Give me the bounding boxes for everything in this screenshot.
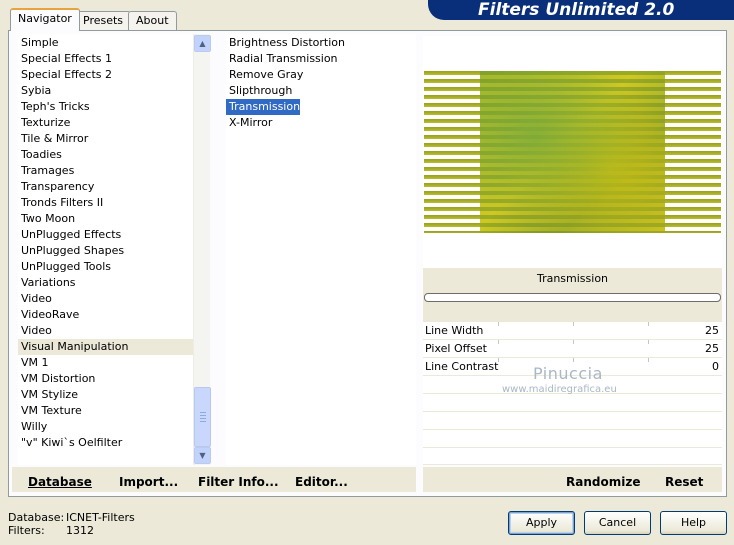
param-value: 25 [705, 324, 719, 337]
category-item[interactable]: "v" Kiwi`s Oelfilter [18, 435, 193, 451]
category-list[interactable]: Simple Special Effects 1 Special Effects 2… [18, 34, 193, 465]
param-label: Line Width [425, 324, 484, 337]
chevron-up-icon: ▲ [199, 39, 206, 48]
category-item[interactable]: VideoRave [18, 307, 193, 323]
category-item[interactable]: VM Stylize [18, 387, 193, 403]
category-item[interactable]: UnPlugged Shapes [18, 243, 193, 259]
category-item[interactable]: Video [18, 291, 193, 307]
category-item[interactable]: Tile & Mirror [18, 131, 193, 147]
preview-image [480, 71, 665, 233]
apply-button[interactable]: Apply [508, 511, 575, 535]
tab-about[interactable]: About [128, 11, 177, 30]
import-button[interactable]: Import... [119, 475, 178, 489]
category-scrollbar[interactable]: ▲ ▼ [193, 34, 211, 465]
tab-navigator[interactable]: Navigator [10, 8, 80, 31]
param-label: Line Contrast [425, 360, 499, 373]
help-button[interactable]: Help [660, 511, 727, 535]
database-label: Database: [8, 511, 65, 524]
watermark-name: Pinuccia [533, 364, 603, 383]
category-item[interactable]: Tramages [18, 163, 193, 179]
filter-item[interactable]: Brightness Distortion [226, 35, 416, 51]
param-label: Pixel Offset [425, 342, 487, 355]
category-item[interactable]: Texturize [18, 115, 193, 131]
filters-count: 1312 [66, 524, 94, 537]
param-row-empty [423, 412, 722, 430]
param-row-pixel-offset[interactable]: Pixel Offset 25 [423, 340, 722, 358]
category-item[interactable]: VM Distortion [18, 371, 193, 387]
tab-presets[interactable]: Presets [75, 11, 132, 30]
editor-button[interactable]: Editor... [295, 475, 348, 489]
filter-item[interactable]: Remove Gray [226, 67, 416, 83]
database-button[interactable]: Database [28, 475, 92, 489]
category-item[interactable]: Special Effects 1 [18, 51, 193, 67]
filter-item[interactable]: Slipthrough [226, 83, 416, 99]
category-item[interactable]: Video [18, 323, 193, 339]
filter-item[interactable]: X-Mirror [226, 115, 416, 131]
filter-item[interactable]: Radial Transmission [226, 51, 416, 67]
param-row-empty [423, 394, 722, 412]
param-row-empty [423, 430, 722, 448]
cancel-button[interactable]: Cancel [584, 511, 651, 535]
filter-name: Transmission [536, 272, 609, 285]
category-item[interactable]: UnPlugged Effects [18, 227, 193, 243]
database-value: ICNET-Filters [66, 511, 135, 524]
category-item[interactable]: Toadies [18, 147, 193, 163]
randomize-button[interactable]: Randomize [566, 475, 640, 489]
scroll-thumb[interactable] [194, 387, 211, 447]
category-item[interactable]: VM Texture [18, 403, 193, 419]
category-item[interactable]: Willy [18, 419, 193, 435]
category-item[interactable]: Transparency [18, 179, 193, 195]
category-item[interactable]: VM 1 [18, 355, 193, 371]
preview-area [423, 36, 722, 268]
category-item[interactable]: Simple [18, 35, 193, 51]
filters-label: Filters: [8, 524, 45, 537]
param-value: 25 [705, 342, 719, 355]
category-item[interactable]: Special Effects 2 [18, 67, 193, 83]
category-item[interactable]: Two Moon [18, 211, 193, 227]
scroll-up-button[interactable]: ▲ [194, 35, 211, 52]
filter-list[interactable]: Brightness Distortion Radial Transmission… [226, 34, 416, 465]
param-row-empty [423, 448, 722, 465]
reset-button[interactable]: Reset [665, 475, 703, 489]
scroll-down-button[interactable]: ▼ [194, 447, 211, 464]
category-item[interactable]: UnPlugged Tools [18, 259, 193, 275]
filter-info-button[interactable]: Filter Info... [198, 475, 279, 489]
param-value: 0 [712, 360, 719, 373]
category-item[interactable]: Tronds Filters II [18, 195, 193, 211]
grip-icon [200, 412, 206, 422]
category-item[interactable]: Visual Manipulation [18, 339, 193, 355]
param-row-line-width[interactable]: Line Width 25 [423, 322, 722, 340]
watermark-url: www.maidiregrafica.eu [502, 384, 617, 395]
category-item[interactable]: Variations [18, 275, 193, 291]
category-item[interactable]: Sybia [18, 83, 193, 99]
progress-bar [424, 293, 721, 302]
filter-item[interactable]: Transmission [226, 99, 301, 115]
window-title: Filters Unlimited 2.0 [478, 0, 675, 20]
chevron-down-icon: ▼ [199, 451, 206, 460]
category-item[interactable]: Teph's Tricks [18, 99, 193, 115]
